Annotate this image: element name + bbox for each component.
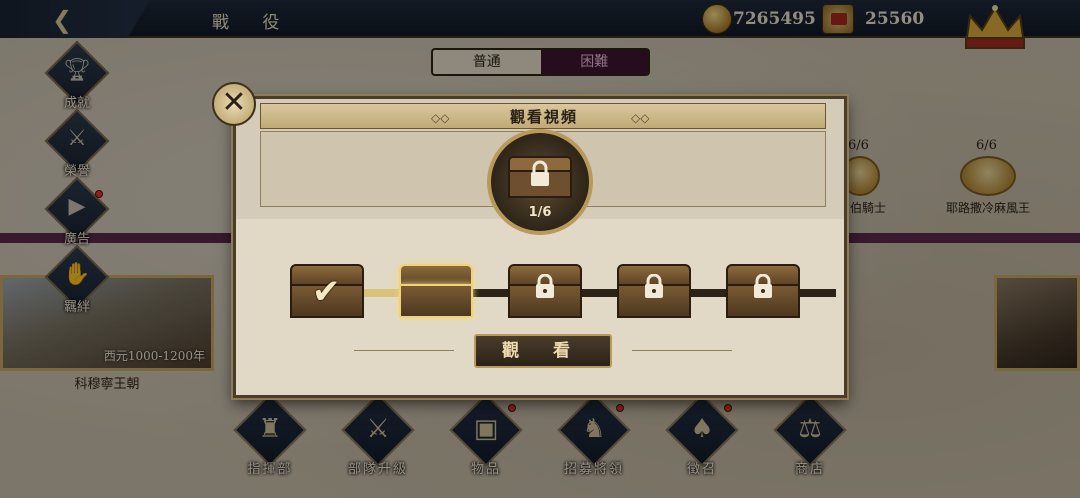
close-icon: ✕	[221, 85, 247, 120]
lock-icon	[754, 274, 772, 298]
reward-chest-locked[interactable]	[508, 264, 582, 320]
lock-icon	[536, 274, 554, 298]
divider	[632, 350, 732, 351]
watch-button[interactable]: 觀 看	[474, 334, 612, 368]
progress-counter: 1/6	[528, 205, 552, 220]
lock-icon	[645, 274, 663, 298]
locked-chest-icon	[508, 156, 572, 198]
reward-chest-locked[interactable]	[726, 264, 800, 320]
reward-chest-current[interactable]	[399, 264, 473, 320]
ornament-icon: ◇◇	[631, 111, 650, 125]
watch-video-dialog: ◇◇ 觀看視頻 ◇◇ 1/6 ✔ 觀 看	[233, 96, 847, 398]
dialog-title: 觀看視頻	[509, 108, 578, 126]
chest-lid	[399, 264, 473, 286]
chest-box	[399, 284, 473, 318]
dialog-header: ◇◇ 觀看視頻 ◇◇	[260, 103, 826, 129]
reward-chest-locked[interactable]	[617, 264, 691, 320]
checkmark-icon: ✔	[312, 272, 341, 312]
close-button[interactable]: ✕	[212, 82, 256, 126]
reward-progress-medallion: 1/6	[487, 129, 593, 235]
reward-chest-claimed: ✔	[290, 264, 364, 320]
divider	[354, 350, 454, 351]
